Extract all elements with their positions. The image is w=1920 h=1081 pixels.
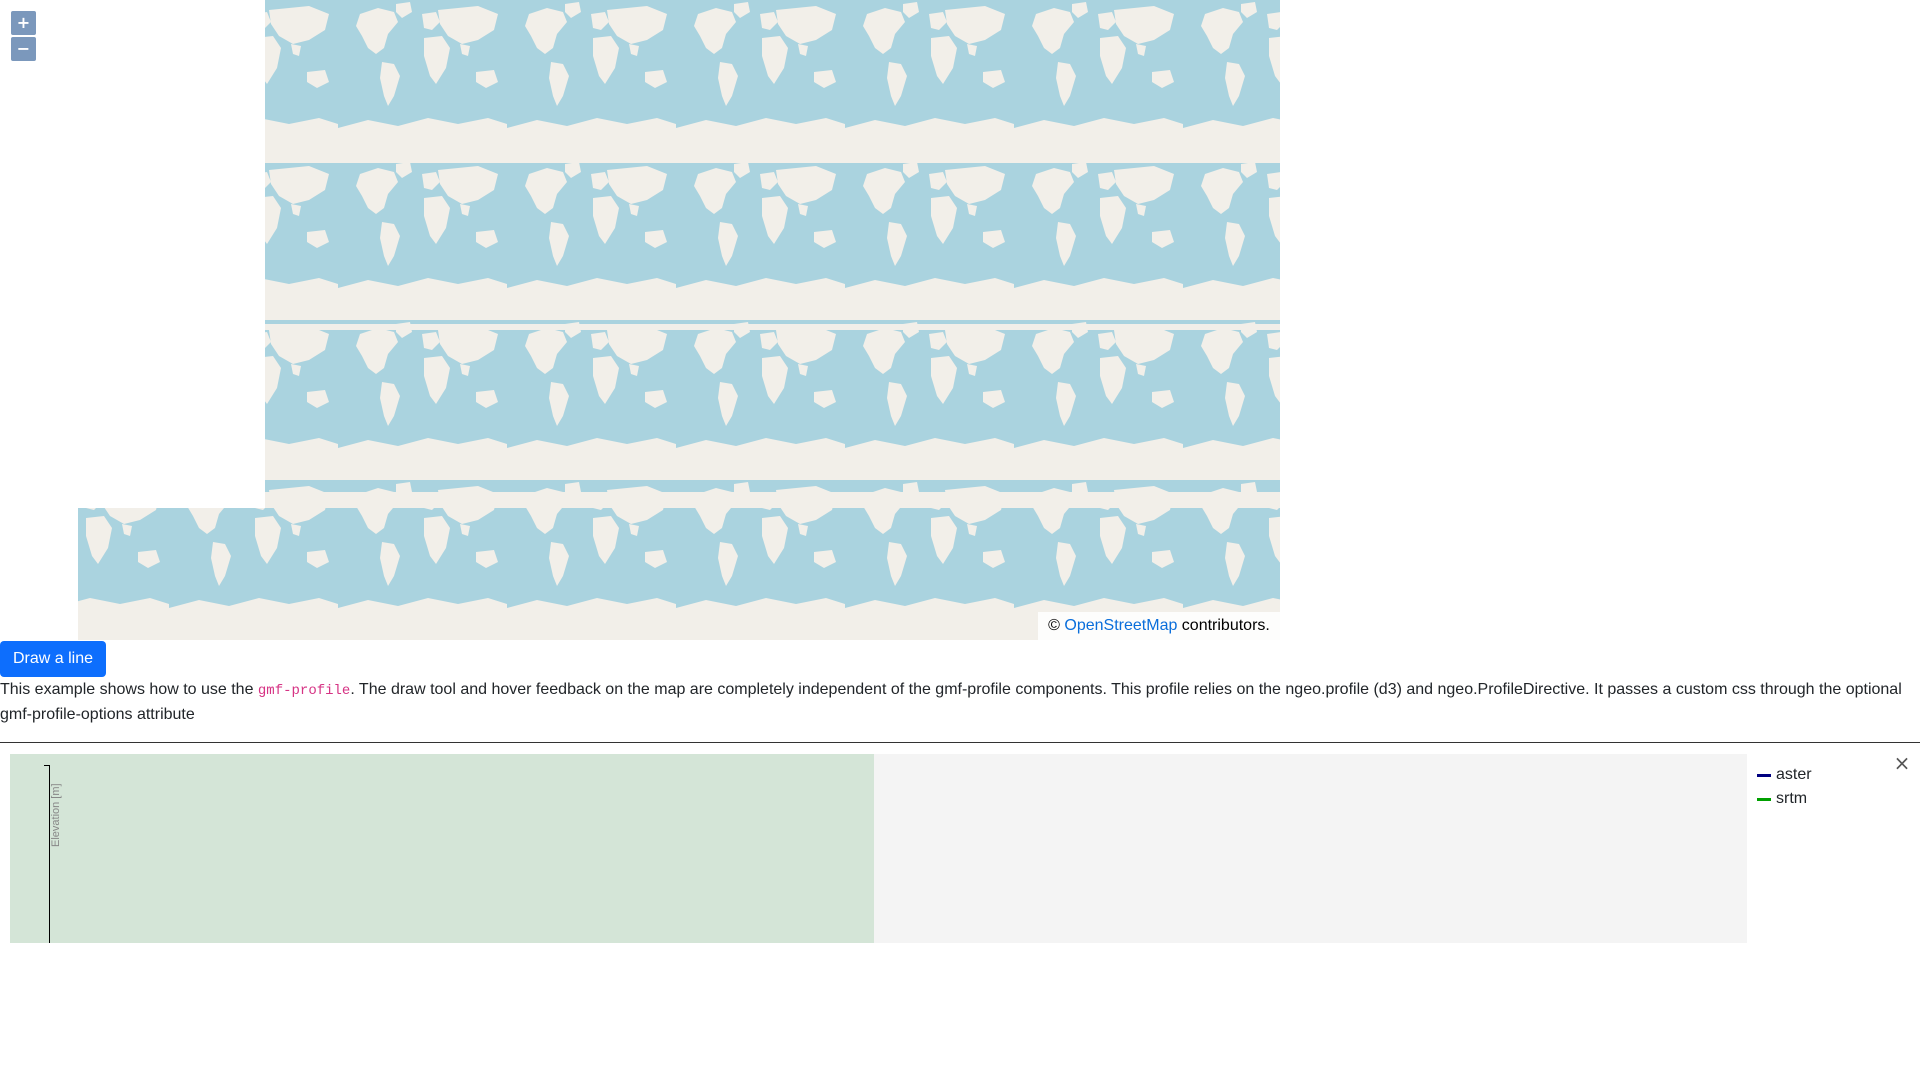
profile-plot-area[interactable]: [10, 754, 874, 943]
map-viewport[interactable]: + − © OpenStreetMap contributors.: [0, 0, 1280, 640]
legend-swatch-srtm: [1757, 797, 1771, 801]
zoom-in-button[interactable]: +: [11, 11, 36, 35]
gmf-profile-code: gmf-profile: [257, 683, 351, 699]
legend-label-srtm: srtm: [1776, 790, 1808, 807]
example-description: This example shows how to use the gmf-pr…: [0, 678, 1916, 727]
legend-item-aster: aster: [1757, 763, 1812, 787]
draw-line-button[interactable]: Draw a line: [0, 641, 106, 677]
map-tiles: [78, 0, 1280, 640]
close-icon[interactable]: ×: [1892, 753, 1912, 773]
legend-label-aster: aster: [1776, 766, 1812, 783]
zoom-out-button[interactable]: −: [11, 37, 36, 61]
profile-panel: Elevation [m] aster srtm ×: [0, 742, 1920, 1081]
profile-legend: aster srtm: [1757, 763, 1812, 811]
description-text-start: This example shows how to use the: [0, 681, 258, 698]
openstreetmap-link[interactable]: OpenStreetMap: [1064, 617, 1177, 634]
map-attribution: © OpenStreetMap contributors.: [1038, 612, 1280, 640]
copyright-symbol: ©: [1048, 617, 1060, 634]
legend-swatch-aster: [1757, 773, 1771, 777]
y-axis-label: Elevation [m]: [50, 783, 62, 847]
attribution-suffix: contributors.: [1177, 617, 1270, 634]
legend-item-srtm: srtm: [1757, 787, 1812, 811]
